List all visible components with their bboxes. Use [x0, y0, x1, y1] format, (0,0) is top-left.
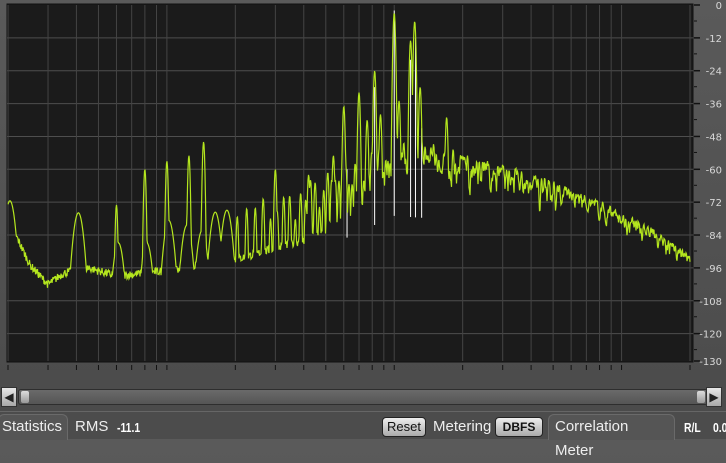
y-tick-label: -96 — [706, 264, 722, 275]
tab-statistics[interactable]: Statistics — [0, 414, 68, 440]
y-tick-label: -130 — [699, 357, 722, 368]
rl-value: 0.0 — [713, 420, 726, 435]
y-tick-label: -108 — [699, 297, 722, 308]
y-tick-label: -12 — [706, 34, 722, 45]
rl-label: R/L — [684, 420, 701, 435]
bottom-panel: Statistics RMS -11.1 Reset Metering DBFS… — [0, 411, 726, 459]
scroll-handle-left[interactable] — [21, 391, 29, 403]
y-tick-label: -60 — [706, 165, 722, 176]
metering-mode-button[interactable]: DBFS — [495, 417, 543, 437]
y-tick-label: -48 — [706, 132, 722, 143]
y-tick-label: -120 — [699, 330, 722, 341]
metering-label: Metering — [433, 418, 492, 435]
y-tick-label: -24 — [706, 67, 722, 78]
scroll-track[interactable] — [18, 389, 708, 405]
scroll-right-button[interactable]: ▶ — [706, 387, 722, 407]
y-tick-label: -72 — [706, 198, 722, 209]
y-axis: 0 -12 -24 -36 -48 -60 -72 -84 -96 -108 -120 -130 — [694, 1, 722, 368]
frequency-scrollbar[interactable]: ◀ ▶ — [0, 386, 726, 408]
y-tick-label: 0 — [716, 1, 722, 12]
x-axis: 20304060801002003004006008001K2K3K4K6K8K… — [7, 365, 691, 370]
scroll-handle-right[interactable] — [697, 391, 705, 403]
reset-button[interactable]: Reset — [382, 417, 426, 437]
tab-correlation-meter[interactable]: Correlation Meter — [548, 414, 675, 459]
rms-label: RMS — [75, 418, 109, 435]
rms-value: -11.1 — [117, 420, 141, 435]
spectrum-analyzer-plot: 0 -12 -24 -36 -48 -60 -72 -84 -96 -108 -120 -130 20… — [6, 1, 722, 370]
y-tick-label: -84 — [706, 231, 722, 242]
scroll-left-button[interactable]: ◀ — [1, 387, 17, 407]
plot-background — [6, 3, 694, 363]
y-tick-label: -36 — [706, 100, 722, 111]
